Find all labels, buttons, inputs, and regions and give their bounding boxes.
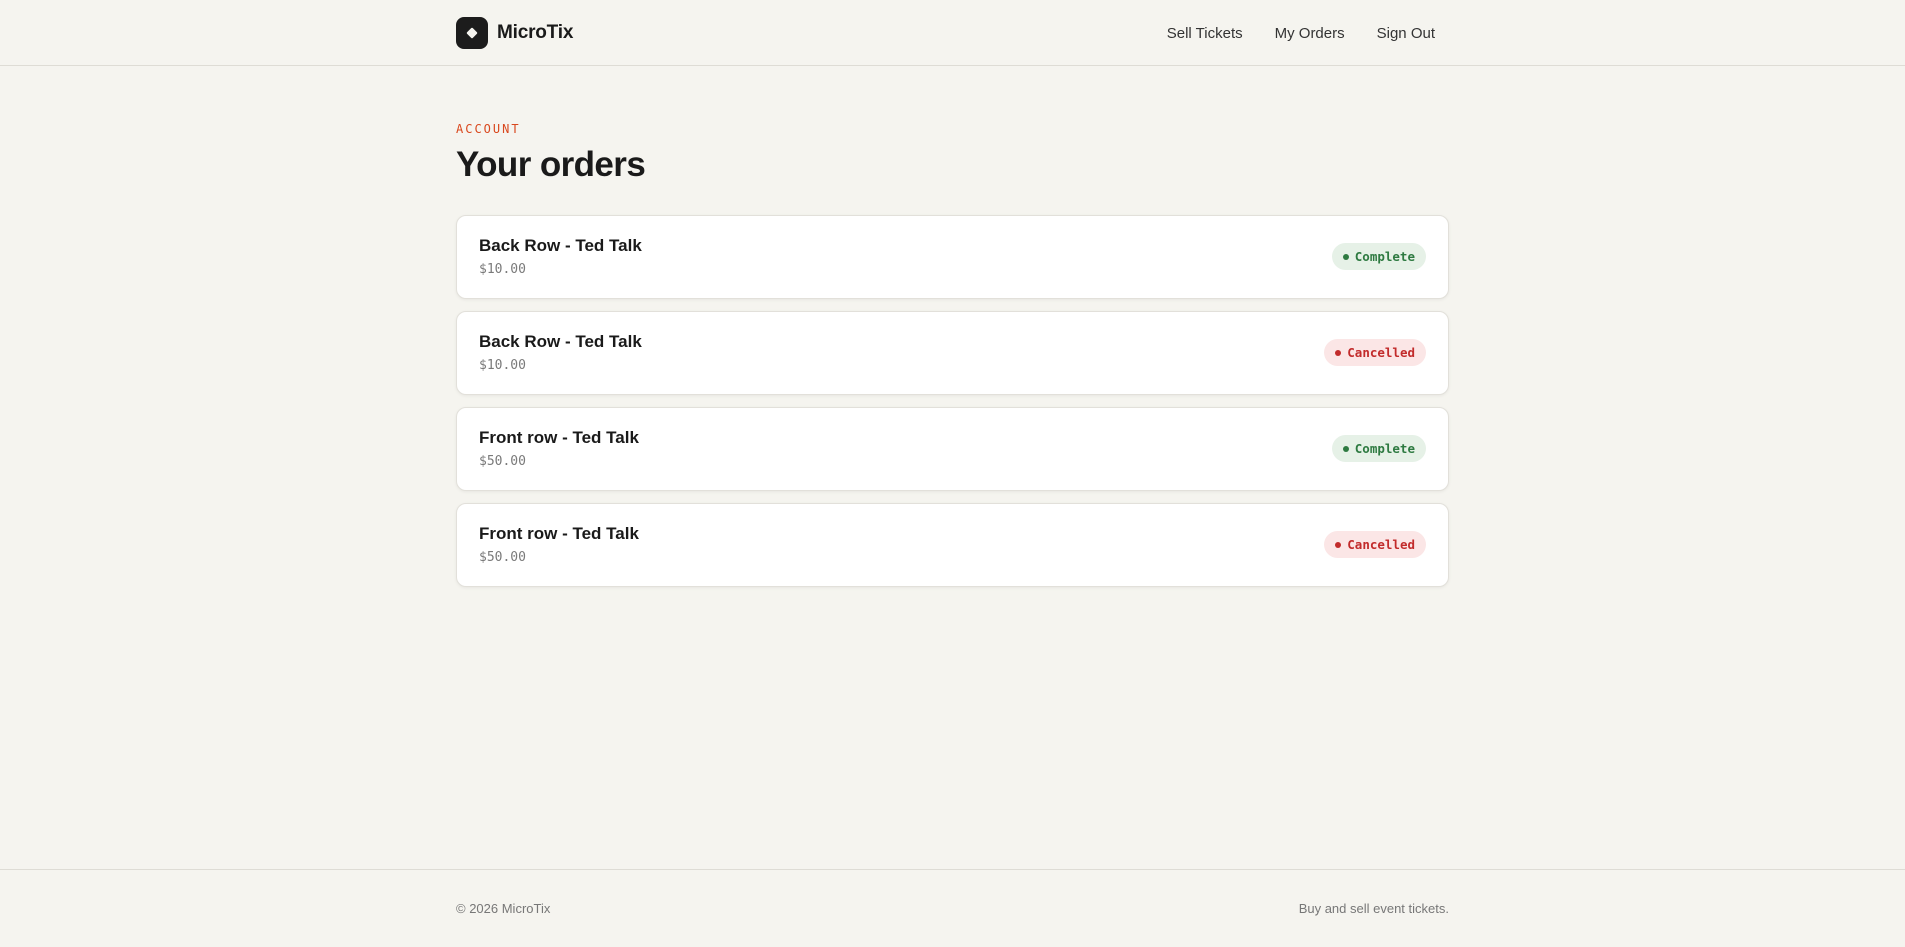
main-nav: Sell Tickets My Orders Sign Out — [1135, 25, 1435, 42]
status-label: Complete — [1354, 441, 1415, 456]
main-content: ACCOUNT Your orders Back Row - Ted Talk … — [456, 66, 1449, 599]
brand-name: MicroTix — [497, 22, 574, 43]
order-price: $50.00 — [479, 550, 526, 565]
dot-icon — [1342, 445, 1349, 452]
order-card[interactable]: Back Row - Ted Talk $10.00 Cancelled — [456, 310, 1449, 395]
status-label: Complete — [1354, 249, 1415, 264]
nav-sign-out[interactable]: Sign Out — [1377, 25, 1435, 42]
order-info: Back Row - Ted Talk $10.00 — [479, 332, 642, 373]
order-price: $10.00 — [479, 262, 526, 277]
order-title: Back Row - Ted Talk — [479, 332, 642, 351]
order-price: $10.00 — [479, 358, 526, 373]
footer-tagline: Buy and sell event tickets. — [1298, 900, 1449, 916]
diamond-logo-icon — [456, 17, 488, 49]
status-badge: Complete — [1331, 243, 1426, 270]
status-badge: Complete — [1331, 435, 1426, 462]
section-eyebrow: ACCOUNT — [456, 122, 521, 136]
status-label: Cancelled — [1347, 345, 1415, 360]
order-card[interactable]: Front row - Ted Talk $50.00 Complete — [456, 406, 1449, 491]
order-title: Front row - Ted Talk — [479, 428, 639, 447]
dot-icon — [1342, 253, 1349, 260]
order-price: $50.00 — [479, 454, 526, 469]
orders-list: Back Row - Ted Talk $10.00 Complete Back… — [456, 214, 1449, 587]
site-header: MicroTix Sell Tickets My Orders Sign Out — [0, 0, 1905, 66]
order-title: Back Row - Ted Talk — [479, 236, 642, 255]
dot-icon — [1335, 541, 1342, 548]
nav-sell-tickets[interactable]: Sell Tickets — [1167, 25, 1243, 42]
order-title: Front row - Ted Talk — [479, 524, 639, 543]
status-badge: Cancelled — [1324, 339, 1426, 366]
dot-icon — [1335, 349, 1342, 356]
status-badge: Cancelled — [1324, 531, 1426, 558]
order-card[interactable]: Front row - Ted Talk $50.00 Cancelled — [456, 502, 1449, 587]
page-title: Your orders — [456, 145, 646, 184]
order-info: Back Row - Ted Talk $10.00 — [479, 236, 642, 277]
brand-home-link[interactable]: MicroTix — [456, 17, 573, 49]
header-inner: MicroTix Sell Tickets My Orders Sign Out — [456, 0, 1449, 66]
nav-my-orders[interactable]: My Orders — [1275, 25, 1345, 42]
footer-copyright: © 2026 MicroTix — [456, 900, 551, 916]
footer-inner: © 2026 MicroTix Buy and sell event ticke… — [456, 870, 1449, 946]
order-card[interactable]: Back Row - Ted Talk $10.00 Complete — [456, 214, 1449, 299]
site-footer: © 2026 MicroTix Buy and sell event ticke… — [0, 869, 1905, 947]
order-info: Front row - Ted Talk $50.00 — [479, 428, 639, 469]
order-info: Front row - Ted Talk $50.00 — [479, 524, 639, 565]
status-label: Cancelled — [1347, 537, 1415, 552]
